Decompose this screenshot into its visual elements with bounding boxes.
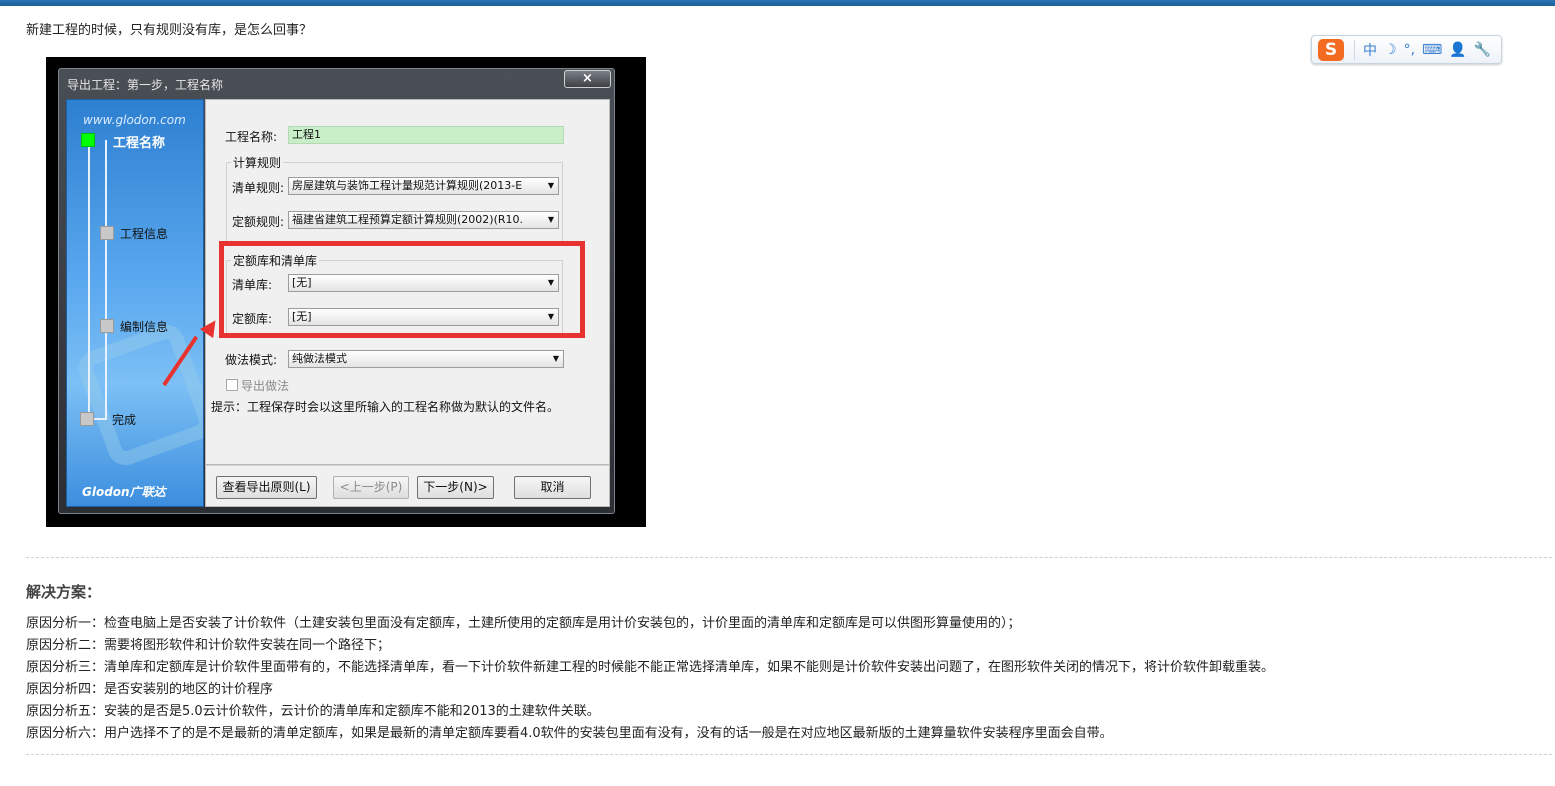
wizard-button-bar: 查看导出原则(L) <上一步(P) 下一步(N)> 取消 xyxy=(205,465,610,507)
answer-item: 原因分析二：需要将图形软件和计价软件安装在同一个路径下； xyxy=(26,638,391,653)
calc-rules-group-title: 计算规则 xyxy=(231,154,284,171)
chevron-down-icon: ▼ xyxy=(552,354,559,363)
wizard-sidebar: www.glodon.com 工程名称 工程信息 编制信息 完成 Glodon广… xyxy=(66,99,204,507)
list-rule-label: 清单规则: xyxy=(232,181,285,195)
ime-user-icon[interactable]: 👤 xyxy=(1449,42,1466,58)
quota-rule-label: 定额规则: xyxy=(232,215,285,229)
glodon-brand-logo: Glodon广联达 xyxy=(82,485,166,499)
ime-chinese-mode-icon[interactable]: 中 xyxy=(1363,40,1377,60)
answer-item: 原因分析四：是否安装别的地区的计价程序 xyxy=(26,682,274,697)
ime-toolbar[interactable]: S 中 ☽ °, ⌨ 👤 🔧 xyxy=(1311,35,1502,64)
chevron-down-icon: ▼ xyxy=(547,181,554,190)
quota-rule-select[interactable]: 福建省建筑工程预算定额计算规则(2002)(R10. ▼ xyxy=(288,211,559,229)
answer-item: 原因分析三：清单库和定额库是计价软件里面带有的，不能选择清单库，看一下计价软件新… xyxy=(26,660,1275,675)
step-label-project-name: 工程名称 xyxy=(113,136,166,151)
step-label-compile-info: 编制信息 xyxy=(120,320,169,334)
list-rule-select[interactable]: 房屋建筑与装饰工程计量规范计算规则(2013-E ▼ xyxy=(288,177,559,195)
ime-moon-icon[interactable]: ☽ xyxy=(1384,42,1397,58)
step-marker xyxy=(80,412,94,426)
export-method-label: 导出做法 xyxy=(241,379,290,393)
step-marker-active xyxy=(81,133,95,147)
project-name-input[interactable]: 工程1 xyxy=(288,126,564,144)
step-marker xyxy=(100,319,114,333)
project-name-label: 工程名称: xyxy=(225,130,278,144)
answer-item: 原因分析五：安装的是否是5.0云计价软件，云计价的清单库和定额库不能和2013的… xyxy=(26,704,600,719)
method-mode-select[interactable]: 纯做法模式 ▼ xyxy=(288,350,564,368)
glodon-watermark-icon xyxy=(73,319,203,471)
hint-text: 提示：工程保存时会以这里所输入的工程名称做为默认的文件名。 xyxy=(211,400,560,414)
next-step-button[interactable]: 下一步(N)> xyxy=(417,476,494,499)
sogou-logo-icon[interactable]: S xyxy=(1318,38,1344,61)
dialog-title: 导出工程：第一步，工程名称 xyxy=(67,78,224,92)
calc-rules-group xyxy=(226,162,563,242)
export-method-checkbox[interactable] xyxy=(226,379,238,391)
step-track xyxy=(105,140,107,420)
divider xyxy=(26,754,1552,755)
red-highlight-box xyxy=(219,241,585,338)
method-mode-label: 做法模式: xyxy=(225,353,278,367)
method-mode-value: 纯做法模式 xyxy=(292,352,347,365)
quota-rule-value: 福建省建筑工程预算定额计算规则(2002)(R10. xyxy=(292,213,524,226)
step-label-project-info: 工程信息 xyxy=(120,227,169,241)
chevron-down-icon: ▼ xyxy=(547,215,554,224)
ime-settings-icon[interactable]: 🔧 xyxy=(1474,42,1491,58)
ime-separator xyxy=(1354,39,1355,60)
step-label-finish: 完成 xyxy=(112,413,137,427)
answer-list: 原因分析一：检查电脑上是否安装了计价软件（土建安装包里面没有定额库，土建所使用的… xyxy=(26,613,1526,745)
solution-title: 解决方案： xyxy=(26,583,102,601)
top-bar xyxy=(0,0,1555,6)
answer-item: 原因分析六：用户选择不了的是不是最新的清单定额库，如果是最新的清单定额库要看4.… xyxy=(26,726,1113,741)
ime-keyboard-icon[interactable]: ⌨ xyxy=(1422,42,1442,58)
sidebar-url: www.glodon.com xyxy=(83,113,186,127)
cancel-button[interactable]: 取消 xyxy=(514,476,591,499)
question-title: 新建工程的时候，只有规则没有库，是怎么回事？ xyxy=(26,23,313,38)
close-button[interactable]: × xyxy=(564,70,611,88)
list-rule-value: 房屋建筑与装饰工程计量规范计算规则(2013-E xyxy=(292,179,523,192)
divider xyxy=(26,557,1552,558)
ime-punctuation-icon[interactable]: °, xyxy=(1404,42,1415,58)
prev-step-button[interactable]: <上一步(P) xyxy=(333,476,409,499)
step-track xyxy=(88,140,90,420)
answer-item: 原因分析一：检查电脑上是否安装了计价软件（土建安装包里面没有定额库，土建所使用的… xyxy=(26,616,1021,631)
view-export-rules-button[interactable]: 查看导出原则(L) xyxy=(216,476,317,499)
step-marker xyxy=(100,226,114,240)
